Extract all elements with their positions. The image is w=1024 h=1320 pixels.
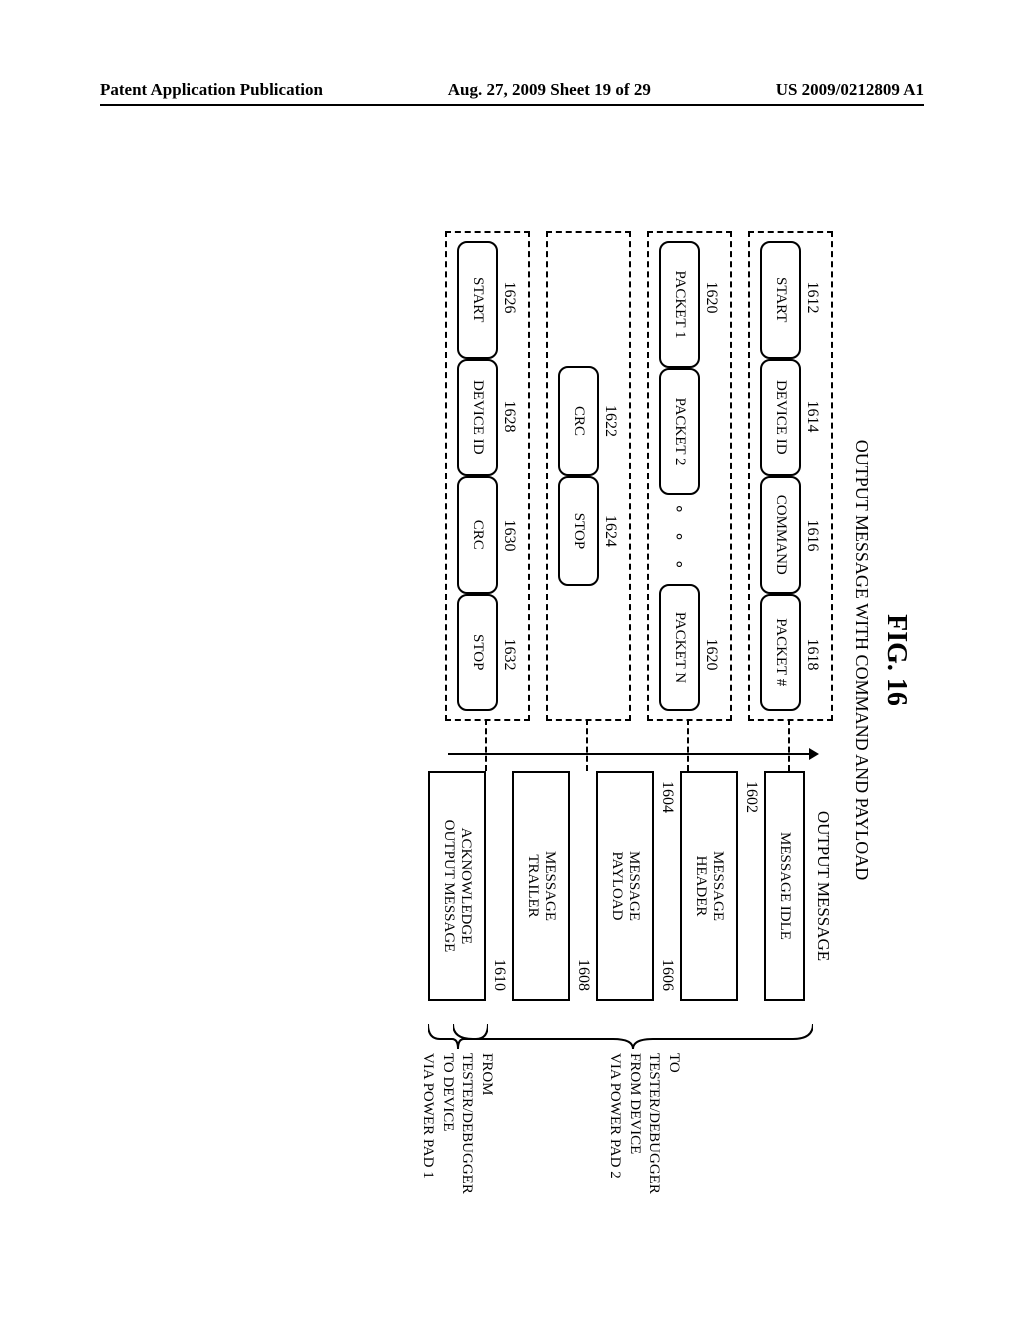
- ref-1628: 1628: [500, 360, 518, 473]
- ref-1626: 1626: [500, 241, 518, 354]
- cell-ack-start: START: [457, 241, 498, 359]
- ellipsis-icon: ∘ ∘ ∘: [659, 495, 700, 584]
- message-payload-detail: 1620 1620 PACKET 1 PACKET 2 ∘ ∘ ∘ PACKET…: [647, 231, 732, 721]
- right-flow-column: OUTPUT MESSAGE MESSAGE IDLE 1602 MESSAGE…: [428, 771, 833, 1001]
- ref-1602: 1602: [742, 781, 760, 813]
- message-header-detail: 1612 1614 1616 1618 START DEVICE ID COMM…: [748, 231, 833, 721]
- cell-crc: CRC: [558, 366, 599, 476]
- cell-ack-crc: CRC: [457, 476, 498, 594]
- box-message-idle: MESSAGE IDLE: [764, 771, 805, 1001]
- brace-bottom-label: FROM TESTER/DEBUGGER TO DEVICE VIA POWER…: [418, 1053, 496, 1223]
- brace-top-icon: [453, 1019, 813, 1049]
- ref-1632: 1632: [500, 598, 518, 711]
- box-message-payload: MESSAGE PAYLOAD: [596, 771, 654, 1001]
- cell-start: START: [760, 241, 801, 359]
- box-message-trailer: MESSAGE TRAILER: [512, 771, 570, 1001]
- cell-stop: STOP: [558, 476, 599, 586]
- message-trailer-detail: 1622 1624 CRC STOP: [546, 231, 631, 721]
- output-message-title: OUTPUT MESSAGE: [813, 771, 833, 1001]
- figure-16: FIG. 16 OUTPUT MESSAGE WITH COMMAND AND …: [112, 130, 912, 1190]
- cell-command: COMMAND: [760, 476, 801, 594]
- header-left: Patent Application Publication: [100, 80, 323, 100]
- brace-area: TO TESTER/DEBUGGER FROM DEVICE VIA POWER…: [428, 1019, 833, 1089]
- ref-1608: 1608: [574, 959, 592, 991]
- ref-1614: 1614: [803, 360, 821, 473]
- box-acknowledge: ACKNOWLEDGE OUTPUT MESSAGE: [428, 771, 486, 1001]
- brace-top-label: TO TESTER/DEBUGGER FROM DEVICE VIA POWER…: [605, 1053, 683, 1223]
- ref-1610: 1610: [490, 959, 508, 991]
- figure-title: FIG. 16: [880, 130, 912, 1190]
- ref-1624: 1624: [601, 476, 619, 586]
- arrowhead-icon: [809, 748, 819, 760]
- page-header: Patent Application Publication Aug. 27, …: [100, 80, 924, 106]
- ref-1612: 1612: [803, 241, 821, 354]
- box-message-header: MESSAGE HEADER: [680, 771, 738, 1001]
- flow-bus-line: [448, 753, 811, 755]
- ref-1604: 1604: [658, 781, 676, 813]
- ref-1618: 1618: [803, 598, 821, 711]
- cell-packet-n: PACKET N: [659, 584, 700, 711]
- cell-device-id: DEVICE ID: [760, 359, 801, 477]
- cell-packet-2: PACKET 2: [659, 368, 700, 495]
- cell-packet-num: PACKET #: [760, 594, 801, 712]
- header-right: US 2009/0212809 A1: [776, 80, 924, 100]
- ref-1620b: 1620: [702, 598, 720, 711]
- cell-ack-device-id: DEVICE ID: [457, 359, 498, 477]
- ref-1620a: 1620: [702, 241, 720, 354]
- figure-subtitle: OUTPUT MESSAGE WITH COMMAND AND PAYLOAD: [851, 130, 872, 1190]
- ref-1616: 1616: [803, 479, 821, 592]
- ref-1630: 1630: [500, 479, 518, 592]
- header-center: Aug. 27, 2009 Sheet 19 of 29: [448, 80, 651, 100]
- brace-bottom-icon: [428, 1019, 488, 1049]
- cell-ack-stop: STOP: [457, 594, 498, 712]
- cell-packet-1: PACKET 1: [659, 241, 700, 368]
- acknowledge-detail: 1626 1628 1630 1632 START DEVICE ID CRC …: [445, 231, 530, 721]
- ref-1622: 1622: [601, 366, 619, 476]
- ref-1606: 1606: [658, 959, 676, 991]
- left-detail-column: 1612 1614 1616 1618 START DEVICE ID COMM…: [445, 231, 833, 721]
